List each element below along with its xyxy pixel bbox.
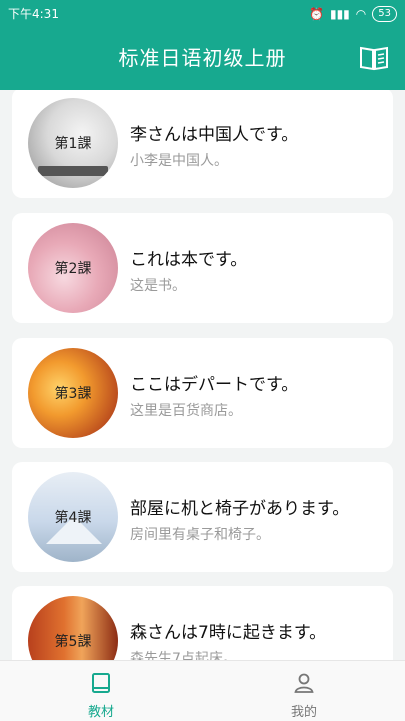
lesson-title-jp: 李さんは中国人です。 — [130, 125, 299, 145]
tab-mine[interactable]: 我的 — [203, 661, 405, 721]
app-header: 下午4:31 ⏰ ▮▮▮ ◠ 53 标准日语初级上册 — [0, 0, 405, 90]
tab-label: 我的 — [290, 705, 317, 720]
lesson-title-jp: 森さんは7時に起きます。 — [130, 623, 327, 643]
alarm-icon: ⏰ — [309, 7, 324, 21]
lesson-thumbnail: 第4課 — [28, 472, 118, 562]
lesson-title-cn: 森先生7点起床。 — [130, 651, 237, 660]
lesson-number: 第5課 — [54, 634, 92, 650]
lesson-number: 第1課 — [54, 136, 92, 152]
lesson-card[interactable]: 第5課 森さんは7時に起きます。 森先生7点起床。 — [12, 586, 393, 660]
lesson-number: 第3課 — [54, 386, 92, 402]
lesson-card[interactable]: 第1課 李さんは中国人です。 小李是中国人。 — [12, 90, 393, 198]
lesson-card[interactable]: 第3課 ここはデパートです。 这里是百货商店。 — [12, 338, 393, 448]
status-bar: 下午4:31 ⏰ ▮▮▮ ◠ 53 — [0, 0, 405, 28]
lesson-title-cn: 这里是百货商店。 — [130, 403, 242, 419]
lesson-card[interactable]: 第4課 部屋に机と椅子があります。 房间里有桌子和椅子。 — [12, 462, 393, 572]
lesson-number: 第4課 — [54, 510, 92, 526]
bottom-tab-bar: 教材 我的 — [0, 660, 405, 721]
tab-textbook[interactable]: 教材 — [0, 661, 202, 721]
signal-icon: ▮▮▮ — [329, 7, 350, 21]
book-icon — [92, 673, 110, 693]
tab-label: 教材 — [87, 705, 114, 720]
book-icon[interactable] — [359, 45, 389, 71]
lesson-thumbnail: 第5課 — [28, 596, 118, 660]
battery-indicator: 53 — [372, 6, 397, 22]
lesson-title-cn: 房间里有桌子和椅子。 — [130, 527, 270, 543]
lesson-thumbnail: 第3課 — [28, 348, 118, 438]
lesson-title-cn: 小李是中国人。 — [130, 153, 228, 169]
wifi-icon: ◠ — [355, 7, 367, 21]
lesson-thumbnail: 第2課 — [28, 223, 118, 313]
lesson-title-cn: 这是书。 — [130, 278, 186, 294]
lesson-list[interactable]: 第1課 李さんは中国人です。 小李是中国人。 第2課 これは本です。 这是书。 … — [0, 90, 405, 660]
lesson-number: 第2課 — [54, 261, 92, 277]
lesson-card[interactable]: 第2課 これは本です。 这是书。 — [12, 213, 393, 323]
page-title: 标准日语初级上册 — [118, 46, 287, 70]
lesson-title-jp: ここはデパートです。 — [130, 375, 299, 395]
lesson-title-jp: これは本です。 — [130, 250, 248, 270]
status-time: 下午4:31 — [8, 7, 59, 21]
lesson-title-jp: 部屋に机と椅子があります。 — [130, 499, 350, 519]
status-icons: ⏰ ▮▮▮ ◠ 53 — [309, 0, 397, 28]
person-icon — [294, 673, 314, 693]
lesson-thumbnail: 第1課 — [28, 98, 118, 188]
